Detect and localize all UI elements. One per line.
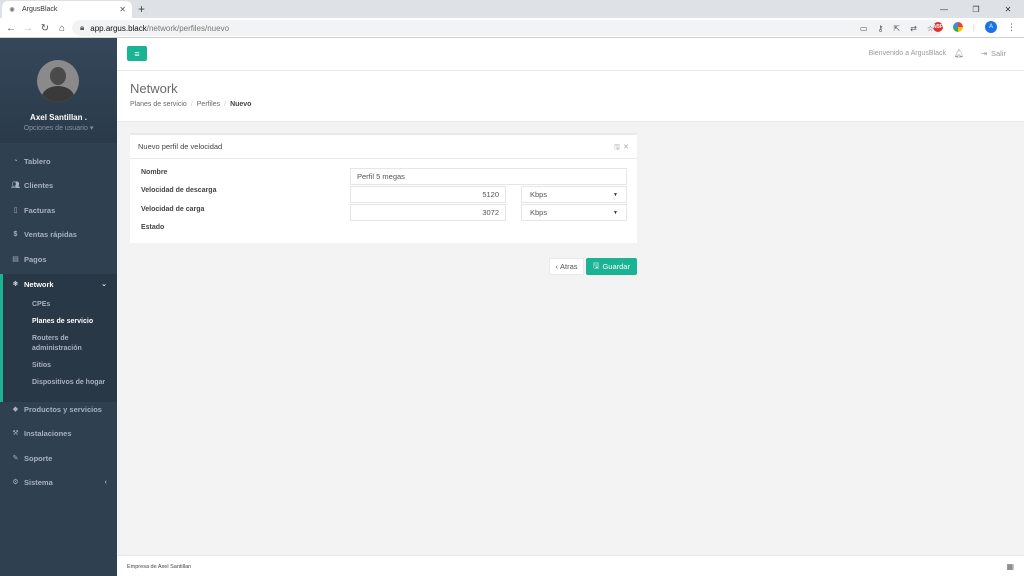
dropdown-arrow-icon: ▼ (613, 191, 618, 198)
breadcrumb: Planes de servicio / Perfiles / Nuevo (130, 101, 252, 108)
window-close-icon[interactable]: ✕ (992, 0, 1024, 18)
sidebar-subitem-sitios[interactable]: Sitios (32, 361, 117, 371)
floppy-disk-icon: 🖫 (593, 261, 600, 270)
browser-menu-icon[interactable]: ⋮ (1007, 22, 1016, 33)
back-button[interactable]: ‹ Atras (549, 258, 584, 275)
sidebar: Axel Santillan . Opciones de usuario ▾ ◔… (0, 38, 117, 576)
sidebar-subitem-routers-de-administracion[interactable]: Routers de administración (32, 334, 117, 354)
new-tab-icon[interactable]: + (138, 2, 145, 16)
lock-icon: 🔒︎ (80, 23, 85, 32)
key-icon[interactable]: ⚷ (878, 24, 884, 33)
calculator-icon[interactable]: ▦ (1006, 562, 1014, 571)
footer: Empresa de Axel Santillan ▦ (117, 555, 1024, 576)
sidebar-item-productos-y-servicios[interactable]: ◆ Productos y servicios (0, 399, 117, 419)
top-navbar: ≡ Bienvenido a ArgusBlack 🔔︎ ⇥ Salir (117, 38, 1024, 71)
sidebar-item-facturas[interactable]: ▯ Facturas (0, 200, 117, 220)
restore-icon[interactable]: ❐ (960, 0, 992, 18)
main-content: Nuevo perfil de velocidad 🖫 ✕ Nombre Per… (117, 122, 1024, 555)
toolbar-divider: | (972, 22, 975, 32)
address-bar[interactable]: 🔒︎ app.argus.black/network/perfiles/nuev… (72, 20, 942, 36)
bell-icon[interactable]: 🔔︎ (954, 49, 964, 58)
browser-tab[interactable]: ✺ ArgusBlack ✕ (2, 1, 132, 18)
file-icon: ▯ (13, 207, 18, 214)
user-name: Axel Santillan . (30, 113, 87, 122)
snowflake-icon: ❄ (12, 281, 19, 288)
sidebar-item-pagos[interactable]: ▤ Pagos (0, 249, 117, 269)
panel-title: Nuevo perfil de velocidad (138, 142, 223, 151)
breadcrumb-item[interactable]: Planes de servicio (130, 101, 187, 108)
logout-link[interactable]: ⇥ Salir (981, 49, 1006, 58)
hamburger-icon: ≡ (134, 48, 140, 59)
sidebar-item-network[interactable]: ❄ Network ⌄ (0, 274, 117, 294)
welcome-message: Bienvenido a ArgusBlack (868, 50, 946, 57)
menu-toggle-button[interactable]: ≡ (127, 46, 147, 61)
upload-speed-input[interactable]: 3072 (350, 204, 506, 221)
profile-avatar[interactable]: A (985, 21, 997, 33)
window-controls: — ❐ ✕ (928, 0, 1024, 18)
panel-header: Nuevo perfil de velocidad 🖫 ✕ (130, 135, 637, 159)
home-icon[interactable]: ⌂ (55, 21, 69, 35)
chevron-down-icon: ⌄ (101, 281, 107, 288)
name-input[interactable]: Perfil 5 megas (350, 168, 627, 185)
cogs-icon: ⚙ (12, 479, 19, 486)
speed-profile-form-panel: Nuevo perfil de velocidad 🖫 ✕ Nombre Per… (130, 133, 637, 243)
sidebar-item-ventas-rapidas[interactable]: $ Ventas rápidas (0, 224, 117, 244)
upload-speed-label: Velocidad de carga (141, 206, 205, 213)
reload-icon[interactable]: ↻ (38, 21, 52, 35)
sidebar-profile: Axel Santillan . Opciones de usuario ▾ (0, 38, 117, 143)
extension-color-icon[interactable] (952, 22, 963, 32)
save-icon[interactable]: 🖫 (614, 143, 620, 154)
status-label: Estado (141, 224, 165, 231)
translate-icon[interactable]: ⇄ (910, 24, 917, 33)
sidebar-subitem-dispositivos-de-hogar[interactable]: Dispositivos de hogar (32, 378, 117, 388)
chevron-left-icon: ‹ (104, 478, 107, 486)
dollar-icon: $ (13, 230, 18, 238)
forward-arrow-icon[interactable]: → (21, 21, 35, 35)
footer-text: Empresa de Axel Santillan (127, 564, 192, 570)
browser-tab-bar: ✺ ArgusBlack ✕ + — ❐ ✕ (0, 0, 1024, 18)
page-heading: Network Planes de servicio / Perfiles / … (117, 71, 1024, 122)
site-favicon-icon: ✺ (9, 6, 15, 14)
name-label: Nombre (141, 169, 168, 176)
sidebar-item-clientes[interactable]: 👥︎ Clientes (0, 175, 117, 195)
sidebar-subitem-planes-de-servicio[interactable]: Planes de servicio (32, 317, 117, 327)
page-title: Network (130, 81, 178, 96)
back-arrow-icon[interactable]: ← (4, 21, 18, 35)
sidebar-item-tablero[interactable]: ◔ Tablero (0, 151, 117, 171)
breadcrumb-item[interactable]: Perfiles (197, 101, 220, 108)
download-unit-select[interactable]: Kbps ▼ (521, 186, 627, 203)
upload-unit-select[interactable]: Kbps ▼ (521, 204, 627, 221)
download-speed-input[interactable]: 5120 (350, 186, 506, 203)
close-icon[interactable]: ✕ (623, 143, 629, 154)
sidebar-item-sistema[interactable]: ⚙ Sistema ‹ (0, 472, 117, 492)
minimize-icon[interactable]: — (928, 0, 960, 18)
share-icon[interactable]: ⇱ (893, 24, 900, 33)
sidebar-subitem-cpes[interactable]: CPEs (32, 300, 117, 310)
sign-out-icon: ⇥ (980, 49, 987, 58)
tab-title: ArgusBlack (22, 6, 58, 13)
save-button[interactable]: 🖫 Guardar (586, 258, 637, 275)
sidebar-network-section: ❄ Network ⌄ CPEs Planes de servicio Rout… (0, 274, 117, 402)
dashboard-icon: ◔ (13, 157, 18, 165)
url-text: app.argus.black/network/perfiles/nuevo (90, 23, 230, 33)
breadcrumb-current: Nuevo (230, 101, 252, 108)
tab-close-icon[interactable]: ✕ (119, 5, 126, 14)
sidebar-item-soporte[interactable]: ✎ Soporte (0, 448, 117, 468)
user-avatar (37, 60, 79, 102)
dropdown-arrow-icon: ▼ (613, 209, 618, 216)
sidebar-item-instalaciones[interactable]: ⚒ Instalaciones (0, 423, 117, 443)
tools-icon: ✎ (12, 455, 19, 462)
cast-icon[interactable]: ▭ (860, 24, 868, 33)
chevron-left-icon: ‹ (555, 262, 558, 271)
wrench-icon: ⚒ (12, 430, 19, 437)
users-icon: 👥︎ (11, 182, 20, 189)
tag-icon: ◆ (12, 406, 19, 413)
browser-toolbar: ← → ↻ ⌂ 🔒︎ app.argus.black/network/perfi… (0, 18, 1024, 38)
money-icon: ▤ (12, 256, 19, 263)
user-options-dropdown[interactable]: Opciones de usuario ▾ (0, 124, 117, 132)
download-speed-label: Velocidad de descarga (141, 187, 217, 194)
extension-red-icon[interactable]: ABP (933, 22, 943, 32)
